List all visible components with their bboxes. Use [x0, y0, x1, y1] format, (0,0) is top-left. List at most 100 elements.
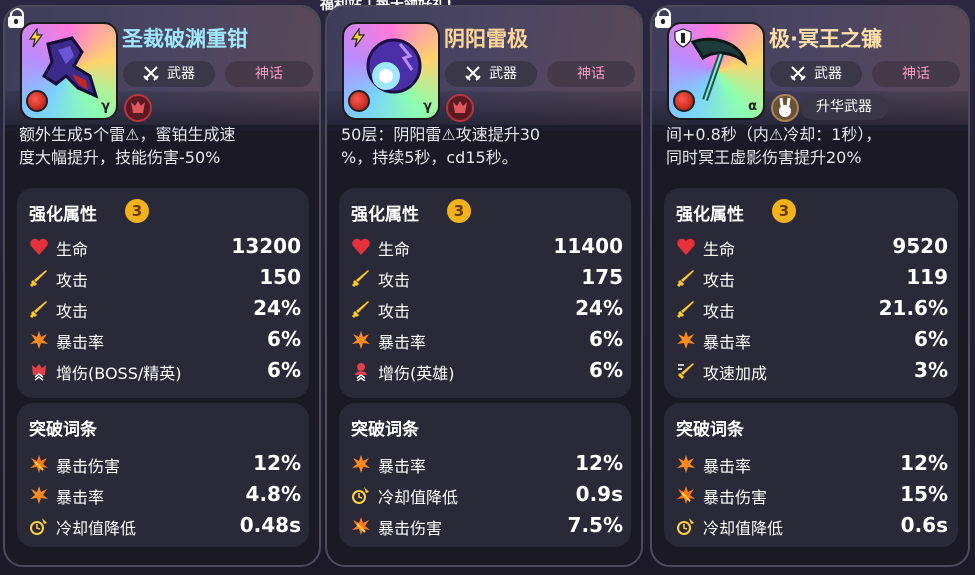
weapon-card-1[interactable]: γ 圣裁破渊重钳 武器 神话 额外生成5个雷⚠，蜜铂生成速 度大幅提升，技能伤害… — [3, 5, 321, 567]
crossed-swords-icon — [465, 66, 481, 81]
breakthrough-panel: 突破词条 暴击率 12% 冷却值降低 0.9s 暴击伤害 7.5% — [339, 403, 631, 547]
thunder-orb-weapon-icon — [366, 38, 422, 94]
stat-value: 6% — [589, 327, 623, 351]
stat-value: 6% — [267, 358, 301, 382]
cooldown-icon — [30, 518, 47, 535]
stat-row: 冷却值降低 0.9s — [349, 482, 627, 508]
crit-burst-icon — [677, 455, 695, 473]
breakthrough-title: 突破词条 — [29, 420, 97, 440]
heart-icon — [352, 238, 370, 255]
stat-row: 攻击 24% — [349, 296, 627, 322]
stat-row: 暴击伤害 12% — [27, 451, 305, 477]
stat-value: 0.9s — [575, 482, 623, 506]
enhance-panel: 强化属性 3 生命 11400 攻击 175 攻击 24% 暴击率 6% 增伤(… — [339, 188, 631, 398]
stat-value: 13200 — [231, 234, 301, 258]
crit-burst-icon — [677, 331, 695, 349]
enhance-panel: 强化属性 3 生命 13200 攻击 150 攻击 24% 暴击率 6% 增伤(… — [17, 188, 309, 398]
sword-icon — [676, 301, 694, 319]
stat-label: 暴击率 — [378, 457, 427, 476]
underworld-scythe-weapon-icon — [690, 37, 748, 101]
stat-row: 增伤(英雄) 6% — [349, 358, 627, 384]
stat-label: 攻击 — [378, 302, 411, 321]
enhance-title: 强化属性 — [351, 205, 419, 225]
breakthrough-title: 突破词条 — [676, 420, 744, 440]
enhance-level-badge: 3 — [772, 199, 796, 223]
stat-label: 生命 — [378, 240, 411, 259]
attack-speed-icon — [677, 363, 694, 380]
stat-row: 暴击率 6% — [349, 327, 627, 353]
weapon-title: 极·冥王之镰 — [769, 27, 882, 51]
stat-value: 6% — [589, 358, 623, 382]
stat-label: 攻击 — [703, 271, 736, 290]
weapon-icon-frame[interactable]: γ — [342, 22, 440, 120]
breakthrough-title: 突破词条 — [351, 420, 419, 440]
stat-row: 生命 11400 — [349, 234, 627, 260]
stat-value: 7.5% — [567, 513, 623, 537]
rarity-tag: 神话 — [872, 61, 960, 87]
grade-letter: α — [748, 99, 757, 114]
stat-value: 119 — [906, 265, 948, 289]
stat-value: 15% — [900, 482, 948, 506]
crossed-swords-icon — [790, 66, 806, 81]
stat-label: 暴击伤害 — [378, 519, 443, 538]
stat-label: 暴击伤害 — [703, 488, 768, 507]
cooldown-icon — [352, 487, 369, 504]
stat-value: 11400 — [553, 234, 623, 258]
hero-damage-icon — [355, 363, 367, 381]
weapon-card-2[interactable]: γ 阴阳雷极 武器 神话 50层：阴阳雷⚠攻速提升30 %，持续5秒，cd15秒… — [325, 5, 643, 567]
weapon-card-3[interactable]: α 极·冥王之镰 武器 神话 升华武器 间+0.8秒（内⚠冷却：1秒）， 同时冥… — [650, 5, 970, 567]
element-orb-icon — [673, 90, 695, 112]
enhance-panel: 强化属性 3 生命 9520 攻击 119 攻击 21.6% 暴击率 6% 攻速… — [664, 188, 958, 398]
weapon-type-label: 武器 — [167, 66, 195, 82]
enhance-title: 强化属性 — [676, 205, 744, 225]
lock-icon[interactable] — [654, 7, 672, 29]
stat-value: 4.8% — [245, 482, 301, 506]
stat-row: 暴击率 6% — [27, 327, 305, 353]
stat-row: 暴击率 12% — [674, 451, 952, 477]
stat-row: 暴击伤害 15% — [674, 482, 952, 508]
stat-label: 攻击 — [56, 271, 89, 290]
stat-row: 暴击率 4.8% — [27, 482, 305, 508]
heart-icon — [677, 238, 695, 255]
sword-icon — [351, 301, 369, 319]
crit-burst-icon — [352, 331, 370, 349]
grade-letter: γ — [423, 99, 432, 114]
stat-label: 暴击率 — [56, 333, 105, 352]
crit-damage-icon — [677, 486, 695, 504]
rabbit-emblem-icon — [771, 94, 799, 122]
stat-label: 暴击率 — [378, 333, 427, 352]
stat-value: 21.6% — [878, 296, 948, 320]
skill-description: 间+0.8秒（内⚠冷却：1秒）， 同时冥王虚影伤害提升20% — [666, 125, 882, 167]
weapon-type-tag: 武器 — [123, 61, 215, 87]
rarity-tag: 神话 — [225, 61, 313, 87]
breakthrough-panel: 突破词条 暴击率 12% 暴击伤害 15% 冷却值降低 0.6s — [664, 403, 958, 547]
stat-value: 150 — [259, 265, 301, 289]
weapon-type-tag: 武器 — [770, 61, 862, 87]
weapon-icon-frame[interactable]: α — [667, 22, 765, 120]
stat-label: 攻击 — [703, 302, 736, 321]
heavy-pincer-weapon-icon — [42, 36, 99, 99]
grade-letter: γ — [101, 99, 110, 114]
stat-label: 攻击 — [378, 271, 411, 290]
stat-value: 24% — [253, 296, 301, 320]
enhance-level-badge: 3 — [125, 199, 149, 223]
stat-value: 6% — [914, 327, 948, 351]
stat-row: 攻击 21.6% — [674, 296, 952, 322]
stat-value: 3% — [914, 358, 948, 382]
cooldown-icon — [677, 518, 694, 535]
weapon-icon-frame[interactable]: γ — [20, 22, 118, 120]
stat-row: 暴击伤害 7.5% — [349, 513, 627, 539]
stat-label: 攻击 — [56, 302, 89, 321]
stat-row: 攻击 24% — [27, 296, 305, 322]
sword-icon — [676, 270, 694, 288]
skill-description: 额外生成5个雷⚠，蜜铂生成速 度大幅提升，技能伤害-50% — [19, 125, 236, 167]
upgrade-weapon-button[interactable]: 升华武器 — [800, 94, 888, 120]
stat-label: 冷却值降低 — [703, 519, 784, 538]
stat-row: 生命 13200 — [27, 234, 305, 260]
stat-value: 12% — [253, 451, 301, 475]
crit-burst-icon — [352, 455, 370, 473]
weapon-type-label: 武器 — [814, 66, 842, 82]
stat-row: 冷却值降低 0.48s — [27, 513, 305, 539]
stat-row: 生命 9520 — [674, 234, 952, 260]
lock-icon[interactable] — [7, 7, 25, 29]
